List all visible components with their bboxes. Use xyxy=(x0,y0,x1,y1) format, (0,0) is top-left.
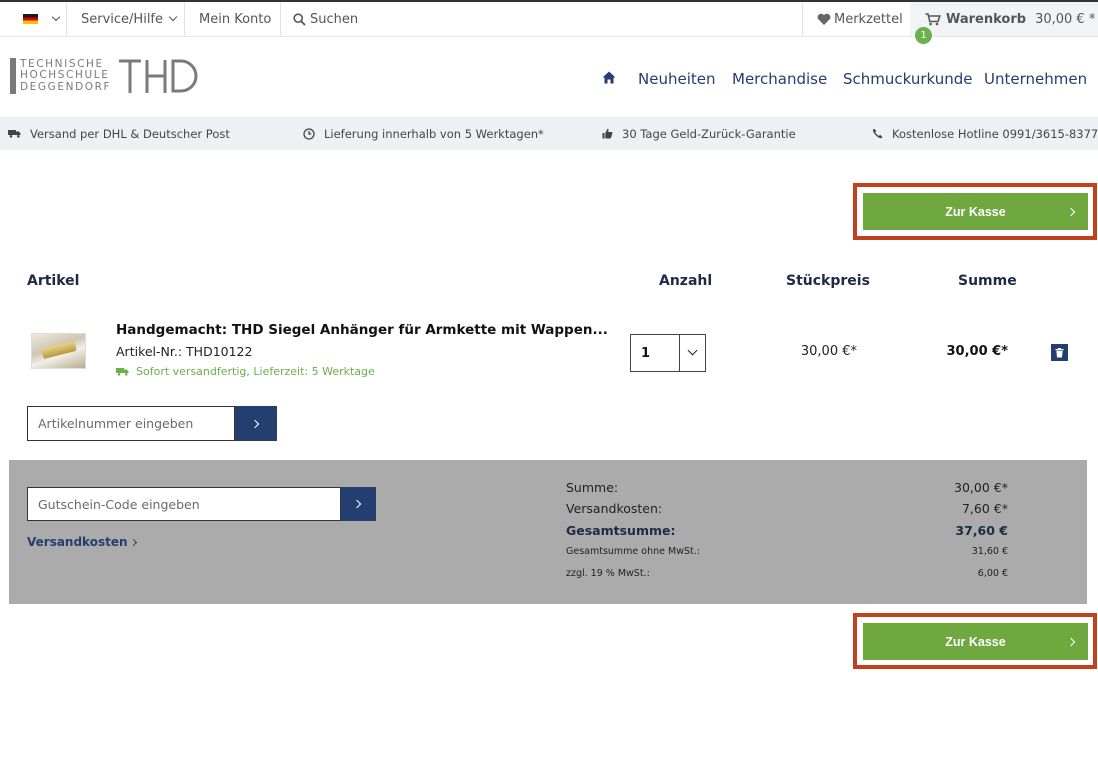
cart-total: 30,00 € * xyxy=(1035,11,1096,27)
summary-grand-total-label: Gesamtsumme: xyxy=(566,523,676,538)
account-link[interactable]: Mein Konto xyxy=(199,2,271,36)
usp-delivery: Lieferung innerhalb von 5 Werktagen* xyxy=(303,117,544,150)
cart-button[interactable]: Warenkorb 30,00 € * xyxy=(910,2,1098,36)
account-label: Mein Konto xyxy=(199,11,272,27)
voucher-input[interactable] xyxy=(38,496,340,512)
checkout-button-top[interactable]: Zur Kasse xyxy=(863,193,1088,230)
cart-count-badge: 1 xyxy=(915,27,932,44)
summary-sum-label: Summe: xyxy=(566,480,619,495)
nav-unternehmen[interactable]: Unternehmen xyxy=(984,70,1087,88)
wishlist-link[interactable]: Merkzettel xyxy=(817,2,903,36)
clock-icon xyxy=(303,127,315,140)
chevron-right-icon xyxy=(1066,637,1076,646)
chevron-down-icon xyxy=(687,345,698,356)
search-toggle[interactable]: Suchen xyxy=(293,2,358,36)
search-label: Suchen xyxy=(310,11,359,27)
remove-item-button[interactable] xyxy=(1051,344,1068,361)
service-label: Service/Hilfe xyxy=(81,11,163,27)
voucher-field[interactable] xyxy=(27,487,341,521)
summary-vat-label: zzgl. 19 % MwSt.: xyxy=(566,568,650,579)
article-number-input[interactable] xyxy=(38,416,234,431)
chevron-right-icon xyxy=(250,419,259,428)
cart-label: Warenkorb xyxy=(946,11,1027,27)
chevron-down-icon xyxy=(168,12,178,22)
product-name[interactable]: Handgemacht: THD Siegel Anhänger für Arm… xyxy=(116,322,608,338)
summary-sum-value: 30,00 €* xyxy=(954,480,1008,495)
nav-schmuckurkunde[interactable]: Schmuckurkunde xyxy=(843,70,973,88)
unit-price: 30,00 €* xyxy=(800,344,857,359)
phone-icon xyxy=(872,128,883,139)
nav-neuheiten[interactable]: Neuheiten xyxy=(638,70,715,88)
truck-icon xyxy=(8,130,21,138)
usp-hotline: Kostenlose Hotline 0991/3615-8377 xyxy=(872,117,1098,150)
thumbs-up-icon xyxy=(602,128,613,139)
language-switcher[interactable] xyxy=(23,2,61,36)
main-navigation: Neuheiten Merchandise Schmuckurkunde Unt… xyxy=(0,64,1098,94)
chevron-right-icon xyxy=(1066,207,1076,216)
column-header-article: Artikel xyxy=(27,273,80,289)
column-header-unit-price: Stückpreis xyxy=(786,273,870,289)
cart-icon xyxy=(925,12,941,25)
summary-shipping-value: 7,60 €* xyxy=(961,501,1008,516)
nav-merchandise[interactable]: Merchandise xyxy=(732,70,827,88)
chevron-down-icon xyxy=(51,12,61,22)
home-icon[interactable] xyxy=(602,71,616,84)
delivery-status: Sofort versandfertig, Lieferzeit: 5 Werk… xyxy=(116,365,375,378)
chevron-right-icon xyxy=(129,538,137,546)
usp-guarantee: 30 Tage Geld-Zurück-Garantie xyxy=(602,117,796,150)
summary-net-label: Gesamtsumme ohne MwSt.: xyxy=(566,546,700,557)
checkout-button-bottom[interactable]: Zur Kasse xyxy=(863,623,1088,660)
summary-net-value: 31,60 € xyxy=(971,546,1008,557)
product-thumbnail[interactable] xyxy=(31,333,86,369)
shipping-costs-link[interactable]: Versandkosten xyxy=(27,535,137,549)
search-icon xyxy=(293,12,306,26)
summary-shipping-label: Versandkosten: xyxy=(566,501,663,516)
german-flag-icon xyxy=(23,14,38,24)
summary-grand-total-value: 37,60 € xyxy=(955,523,1008,538)
redeem-voucher-button[interactable] xyxy=(341,487,376,521)
column-header-sum: Summe xyxy=(958,273,1017,289)
usp-bar: Versand per DHL & Deutscher Post Lieferu… xyxy=(0,117,1098,150)
quantity-value: 1 xyxy=(641,346,651,361)
usp-shipping: Versand per DHL & Deutscher Post xyxy=(8,117,230,150)
top-bar: Service/Hilfe Mein Konto Suchen Merkzett… xyxy=(0,2,1098,37)
add-article-button[interactable] xyxy=(235,406,277,441)
quantity-select[interactable]: 1 xyxy=(630,334,706,372)
row-sum: 30,00 €* xyxy=(946,344,1009,359)
summary-vat-value: 6,00 € xyxy=(977,568,1008,579)
heart-icon xyxy=(817,13,831,25)
service-menu[interactable]: Service/Hilfe xyxy=(81,2,178,36)
product-number: Artikel-Nr.: THD10122 xyxy=(116,344,253,359)
chevron-right-icon xyxy=(352,499,362,509)
truck-icon xyxy=(116,368,129,376)
trash-icon xyxy=(1055,347,1064,357)
column-header-quantity: Anzahl xyxy=(659,273,713,289)
wishlist-label: Merkzettel xyxy=(834,11,903,27)
article-number-field[interactable] xyxy=(27,406,235,441)
